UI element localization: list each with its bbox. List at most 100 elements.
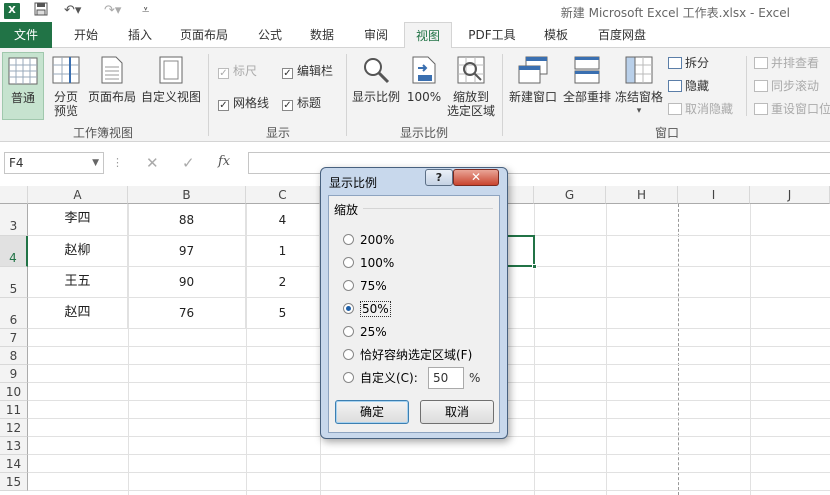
cell-a4[interactable]: 赵柳 [28,236,128,267]
sync-scroll-button[interactable]: 同步滚动 [754,79,819,93]
row-header-selected[interactable]: 4 [0,236,28,267]
cancel-button[interactable]: 取消 [420,400,494,424]
custom-zoom-input[interactable]: 50 [428,367,464,389]
radio-75[interactable]: 75% [343,279,387,293]
tab-templates[interactable]: 模板 [532,22,580,48]
group-label-workbook-views: 工作簿视图 [72,126,133,140]
name-box[interactable]: F4 ▼ [4,152,104,174]
cell-b5[interactable]: 90 [128,267,246,298]
freeze-panes-label: 冻结窗格 [614,90,663,104]
column-header[interactable]: J [750,186,830,204]
cell-c3[interactable]: 4 [246,204,320,236]
zoom-to-selection-button[interactable]: 缩放到 选定区域 [444,56,498,118]
row-header[interactable]: 5 [0,267,28,298]
drag-handle-icon[interactable]: ⋮ [112,156,123,169]
page-break-preview-button[interactable]: 分页 预览 [48,56,84,118]
ribbon-tabs: 文件 开始 插入 页面布局 公式 数据 审阅 视图 PDF工具 模板 百度网盘 [0,22,830,49]
custom-views-button[interactable]: 自定义视图 [140,56,202,104]
tab-file[interactable]: 文件 [0,22,52,48]
zoom-to-selection-label-2: 选定区域 [446,104,495,118]
cell-a6[interactable]: 赵四 [28,298,128,329]
column-header[interactable]: A [28,186,128,204]
tab-view[interactable]: 视图 [404,22,452,49]
radio-50[interactable]: 50% [343,301,391,317]
tab-baidu-netdisk[interactable]: 百度网盘 [590,22,654,48]
normal-view-button[interactable]: 普通 [2,52,44,120]
ruler-checkbox[interactable]: ✓ 标尺 [218,64,257,79]
cell-b6[interactable]: 76 [128,298,246,329]
headings-checkbox[interactable]: ✓ 标题 [282,96,321,111]
cancel-icon[interactable]: ✕ [146,154,159,172]
column-header[interactable]: B [128,186,246,204]
side-by-side-icon [754,57,768,69]
split-button[interactable]: 拆分 [668,56,709,70]
freeze-panes-button[interactable]: 冻结窗格 ▾ [614,56,664,118]
freeze-panes-icon [614,56,664,87]
tab-pdf-tools[interactable]: PDF工具 [460,22,524,48]
custom-views-label: 自定义视图 [140,90,201,104]
gridline [28,490,830,491]
dialog-body: 缩放 200% 100% 75% 50% 25% 恰好容纳选定区域(F) 自定义… [328,195,500,433]
tab-home[interactable]: 开始 [62,22,110,48]
tab-insert[interactable]: 插入 [116,22,164,48]
arrange-all-label: 全部重排 [562,90,611,104]
cell-c4[interactable]: 1 [246,236,320,267]
row-header[interactable]: 9 [0,365,28,383]
gridline [28,472,830,473]
cell-a3[interactable]: 李四 [28,204,128,236]
gridlines-checkbox[interactable]: ✓ 网格线 [218,96,269,111]
cell-c6[interactable]: 5 [246,298,320,329]
help-button[interactable]: ? [425,169,453,186]
row-header[interactable]: 11 [0,401,28,419]
row-header[interactable]: 8 [0,347,28,365]
column-header[interactable]: G [534,186,606,204]
tab-data[interactable]: 数据 [298,22,346,48]
fill-handle[interactable] [532,264,537,269]
column-header[interactable]: I [678,186,750,204]
ruler-label: 标尺 [233,64,258,78]
insert-function-icon[interactable]: fx [218,154,230,169]
side-by-side-button[interactable]: 并排查看 [754,56,819,70]
close-button[interactable]: ✕ [453,169,499,186]
cell-b3[interactable]: 88 [128,204,246,236]
ribbon: 普通 分页 预览 页面布局 自定义视图 工作簿视图 ✓ 标尺 ✓ 编辑栏 ✓ 网格线 … [0,48,830,142]
zoom-100-button[interactable]: 100% [404,56,444,104]
hide-button[interactable]: 隐藏 [668,79,709,93]
magnifier-icon [350,56,402,87]
select-all-corner[interactable] [0,186,28,204]
radio-fit-selection[interactable]: 恰好容纳选定区域(F) [343,348,472,362]
cell-a5[interactable]: 王五 [28,267,128,298]
tab-page-layout[interactable]: 页面布局 [172,22,236,48]
row-header[interactable]: 10 [0,383,28,401]
zoom-button[interactable]: 显示比例 [350,56,402,104]
row-header[interactable]: 3 [0,204,28,236]
new-window-button[interactable]: 新建窗口 [506,56,560,104]
cell-c5[interactable]: 2 [246,267,320,298]
enter-icon[interactable]: ✓ [182,154,195,172]
row-header[interactable]: 13 [0,437,28,455]
radio-25[interactable]: 25% [343,325,387,339]
reset-window-position-button[interactable]: 重设窗口位 [754,102,830,116]
row-header[interactable]: 7 [0,329,28,347]
arrange-all-button[interactable]: 全部重排 [560,56,614,104]
ok-button[interactable]: 确定 [335,400,409,424]
radio-fit-selection-label: 恰好容纳选定区域(F) [360,348,473,362]
unhide-button[interactable]: 取消隐藏 [668,102,733,116]
sync-scroll-label: 同步滚动 [771,79,820,93]
radio-circle-selected [343,303,354,314]
row-header[interactable]: 6 [0,298,28,329]
row-header[interactable]: 14 [0,455,28,473]
tab-formulas[interactable]: 公式 [246,22,294,48]
row-header[interactable]: 15 [0,473,28,491]
row-header[interactable]: 12 [0,419,28,437]
cell-b4[interactable]: 97 [128,236,246,267]
column-header[interactable]: H [606,186,678,204]
radio-200[interactable]: 200% [343,233,394,247]
radio-100[interactable]: 100% [343,256,394,270]
tab-review[interactable]: 审阅 [352,22,400,48]
radio-custom[interactable]: 自定义(C): [343,371,418,385]
page-layout-view-button[interactable]: 页面布局 [86,56,138,104]
page-break-line [678,204,679,495]
formula-bar-checkbox[interactable]: ✓ 编辑栏 [282,64,333,79]
column-header[interactable]: C [246,186,320,204]
